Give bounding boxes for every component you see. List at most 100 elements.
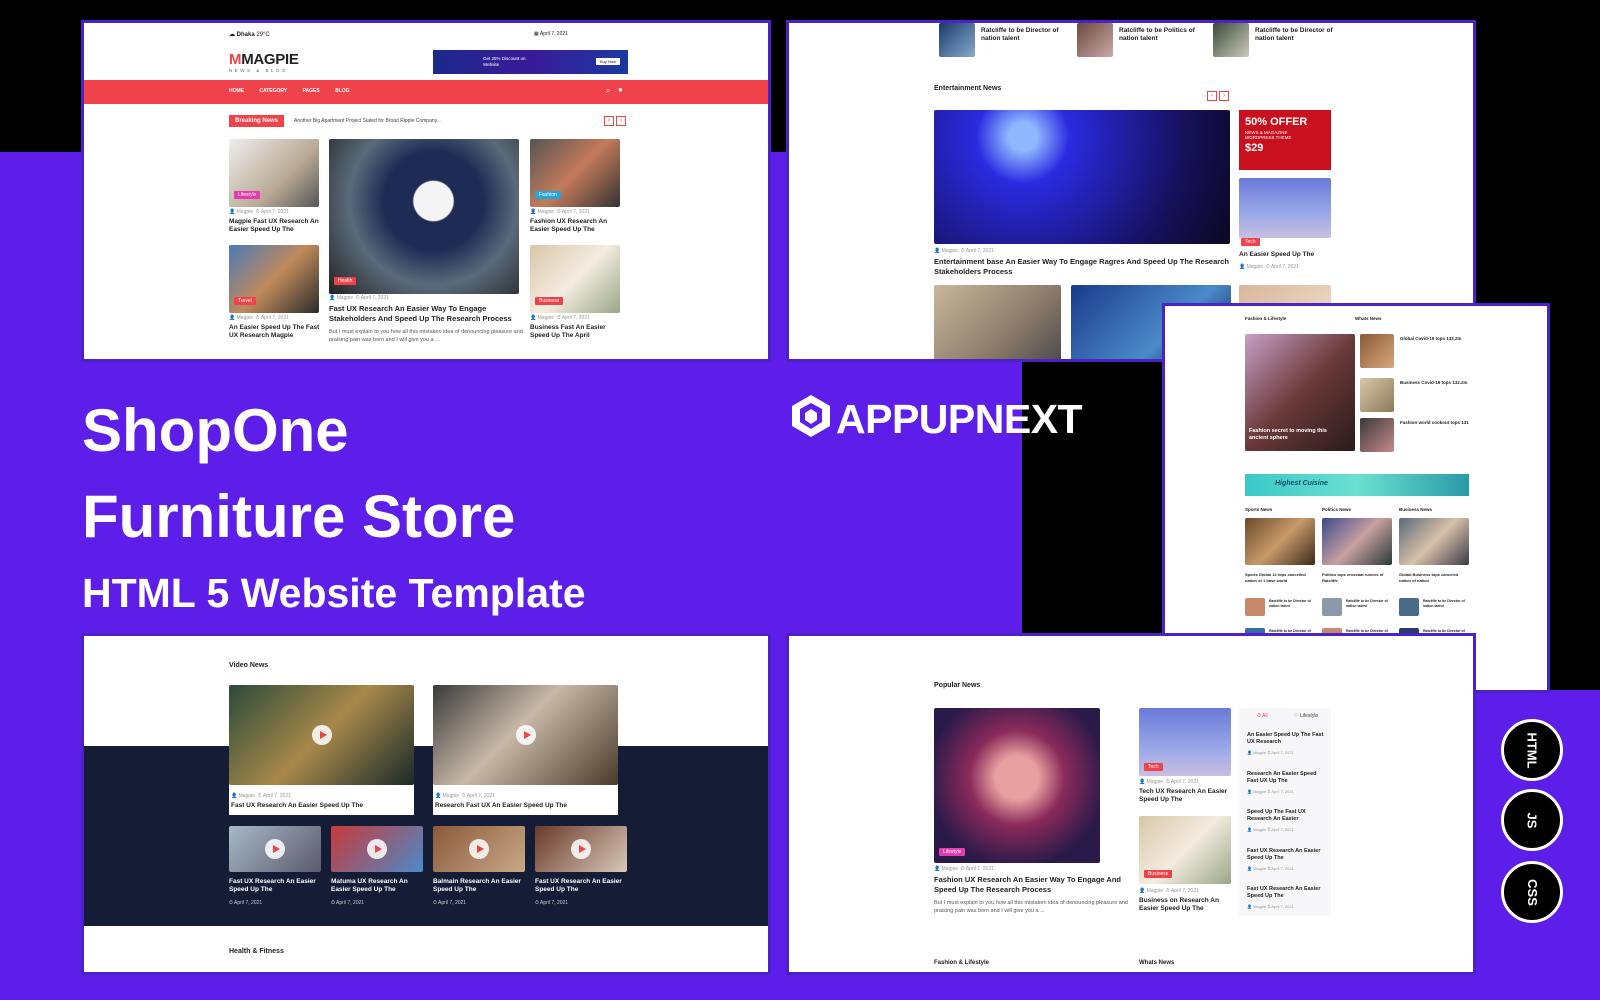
ad-buy-button[interactable]: Buy Now bbox=[595, 58, 620, 65]
video-title[interactable]: Fast UX Research An Easier Speed Up The bbox=[535, 878, 627, 894]
news-thumb[interactable] bbox=[1360, 418, 1394, 452]
news-title[interactable]: Business Covid-19 tops 132.2m bbox=[1400, 380, 1470, 386]
strip-title[interactable]: Ratcliffe to be Director of nation talen… bbox=[1255, 27, 1335, 43]
column-title[interactable]: Global Business tops canceled nation of … bbox=[1399, 572, 1471, 583]
category-tag[interactable]: Fashion bbox=[535, 191, 561, 199]
play-icon[interactable] bbox=[265, 839, 285, 859]
news-thumb[interactable] bbox=[1360, 334, 1394, 368]
mini-thumb[interactable] bbox=[1399, 598, 1419, 616]
popular-side-title[interactable]: Tech UX Research An Easier Speed Up The bbox=[1139, 788, 1234, 804]
video-thumb[interactable] bbox=[433, 826, 525, 872]
column-image[interactable] bbox=[1245, 518, 1315, 565]
popular-main-image[interactable] bbox=[934, 708, 1100, 863]
breaking-news-text[interactable]: Another Big Apartment Project Slated for… bbox=[294, 118, 441, 124]
list-item-title[interactable]: Fast UX Research An Easier Speed Up The bbox=[1247, 848, 1327, 862]
play-icon[interactable] bbox=[367, 839, 387, 859]
main-nav: HOME CATEGORY PAGES BLOG ⌕ ● bbox=[84, 80, 768, 104]
video-title[interactable]: Balmain Research An Easier Speed Up The bbox=[433, 878, 525, 894]
side-image[interactable] bbox=[1239, 178, 1331, 238]
video-thumb[interactable] bbox=[535, 826, 627, 872]
tab-lifestyle[interactable]: ♡ Lifestyle bbox=[1294, 713, 1318, 719]
grid-image[interactable] bbox=[934, 285, 1061, 359]
mini-title[interactable]: Ratcliffe to be Director of nation talen… bbox=[1269, 599, 1317, 609]
strip-title[interactable]: Ratcliffe to be Politics of nation talen… bbox=[1119, 27, 1199, 43]
video-title[interactable]: Research Fast UX An Easier Speed Up The bbox=[435, 802, 615, 810]
post-title[interactable]: Magpie Fast UX Research An Easier Speed … bbox=[229, 218, 324, 234]
video-thumb[interactable] bbox=[229, 685, 414, 785]
video-title[interactable]: Fast UX Research An Easier Speed Up The bbox=[231, 802, 411, 810]
tab-all[interactable]: ⏱ All bbox=[1257, 713, 1268, 719]
temperature: 29°C bbox=[256, 32, 270, 38]
post-meta: 👤 Magpie ⏱ April 7, 2021 bbox=[1239, 264, 1299, 270]
news-title[interactable]: Fashion world cookout tops 131 bbox=[1400, 420, 1470, 426]
strip-image[interactable] bbox=[1213, 23, 1249, 57]
category-tag[interactable]: Business bbox=[1144, 870, 1173, 878]
brand-name: APPUPNEXT bbox=[836, 396, 1083, 442]
list-item-title[interactable]: Speed Up The Fast UX Research An Easier bbox=[1247, 809, 1327, 823]
entertainment-main-title[interactable]: Entertainment base An Easier Way To Enga… bbox=[934, 257, 1234, 277]
list-item-title[interactable]: Fast UX Research An Easier Speed Up The bbox=[1247, 886, 1327, 900]
fashion-feature-title[interactable]: Fashion secret to moving this ancient sp… bbox=[1249, 428, 1339, 442]
list-item-title[interactable]: An Easier Speed Up The Fast UX Research bbox=[1247, 732, 1327, 746]
nav-category[interactable]: CATEGORY bbox=[259, 88, 287, 94]
category-tag[interactable]: Tech bbox=[1241, 238, 1260, 246]
nav-blog[interactable]: BLOG bbox=[335, 88, 349, 94]
cuisine-banner[interactable]: Highest Cuisine bbox=[1245, 474, 1469, 496]
main-post-image[interactable] bbox=[329, 139, 519, 294]
post-title[interactable]: Fashion UX Research An Easier Speed Up T… bbox=[530, 218, 625, 234]
news-title[interactable]: Global Covid-19 tops 132.2m bbox=[1400, 336, 1470, 342]
column-title[interactable]: Sports Global 12 tops cancelled nation o… bbox=[1245, 572, 1317, 583]
column-image[interactable] bbox=[1322, 518, 1392, 565]
post-title[interactable]: An Easier Speed Up The Fast UX Research … bbox=[229, 324, 324, 340]
mini-title[interactable]: Ratcliffe to be Director of nation talen… bbox=[1423, 599, 1471, 609]
main-post-title[interactable]: Fast UX Research An Easier Way To Engage… bbox=[329, 304, 529, 324]
category-tag[interactable]: Tech bbox=[1144, 763, 1163, 771]
video-thumb[interactable] bbox=[433, 685, 618, 785]
header-ad-banner[interactable]: Get 25% Discount on Website Buy Now bbox=[433, 50, 628, 74]
mini-title[interactable]: Ratcliffe to be Director of nation talen… bbox=[1346, 599, 1394, 609]
video-card[interactable]: 👤 Magpie ⏱ April 7, 2021 Research Fast U… bbox=[433, 685, 618, 815]
next-arrow-icon[interactable]: › bbox=[1219, 91, 1229, 101]
category-tag[interactable]: Business bbox=[535, 297, 564, 305]
hero-title-line2: Furniture Store bbox=[82, 483, 516, 550]
side-title[interactable]: An Easier Speed Up The bbox=[1239, 251, 1331, 259]
play-icon[interactable] bbox=[571, 839, 591, 859]
strip-title[interactable]: Ratcliffe to be Director of nation talen… bbox=[981, 27, 1061, 43]
nav-home[interactable]: HOME bbox=[229, 88, 244, 94]
mini-thumb[interactable] bbox=[1245, 598, 1265, 616]
category-tag[interactable]: Lifestyle bbox=[234, 191, 261, 199]
category-tag[interactable]: Health bbox=[334, 277, 357, 285]
video-thumb[interactable] bbox=[229, 826, 321, 872]
section-title: Whats News bbox=[1355, 316, 1382, 321]
user-icon[interactable]: ● bbox=[618, 85, 623, 94]
video-thumb[interactable] bbox=[331, 826, 423, 872]
category-tag[interactable]: Lifestyle bbox=[939, 848, 966, 856]
entertainment-main-image[interactable] bbox=[934, 110, 1230, 244]
strip-image[interactable] bbox=[1077, 23, 1113, 57]
mini-thumb[interactable] bbox=[1322, 598, 1342, 616]
news-thumb[interactable] bbox=[1360, 378, 1394, 412]
site-logo[interactable]: MMAGPIE NEWS & BLOG bbox=[229, 51, 299, 73]
offer-ad[interactable]: 50% OFFER NEWS & MAGAZINE WORDPRESS THEM… bbox=[1239, 110, 1331, 170]
play-icon[interactable] bbox=[469, 839, 489, 859]
hero-title-line1: ShopOne bbox=[82, 397, 349, 464]
column-title[interactable]: Politics tops crossbat rumors of Ratclif… bbox=[1322, 572, 1394, 583]
popular-side-title[interactable]: Business on Research An Easier Speed Up … bbox=[1139, 897, 1234, 913]
strip-image[interactable] bbox=[939, 23, 975, 57]
video-title[interactable]: Fast UX Research An Easier Speed Up The bbox=[229, 878, 321, 894]
search-icon[interactable]: ⌕ bbox=[606, 86, 610, 96]
video-title[interactable]: Matuma UX Research An Easier Speed Up Th… bbox=[331, 878, 423, 894]
calendar-icon: ▦ bbox=[534, 31, 539, 37]
column-image[interactable] bbox=[1399, 518, 1469, 565]
popular-main-title[interactable]: Fashion UX Research An Easier Way To Eng… bbox=[934, 875, 1124, 895]
nav-pages[interactable]: PAGES bbox=[303, 88, 320, 94]
play-icon[interactable] bbox=[311, 725, 332, 745]
prev-arrow-icon[interactable]: ‹ bbox=[1207, 91, 1217, 101]
video-card[interactable]: 👤 Magpie ⏱ April 7, 2021 Fast UX Researc… bbox=[229, 685, 414, 815]
category-tag[interactable]: Travel bbox=[234, 297, 256, 305]
list-item-title[interactable]: Research An Easier Speed Fast UX Up The bbox=[1247, 771, 1327, 785]
prev-arrow-icon[interactable]: ‹ bbox=[604, 116, 614, 126]
post-title[interactable]: Business Fast An Easier Speed Up The Apr… bbox=[530, 324, 625, 340]
next-arrow-icon[interactable]: › bbox=[616, 116, 626, 126]
play-icon[interactable] bbox=[515, 725, 536, 745]
